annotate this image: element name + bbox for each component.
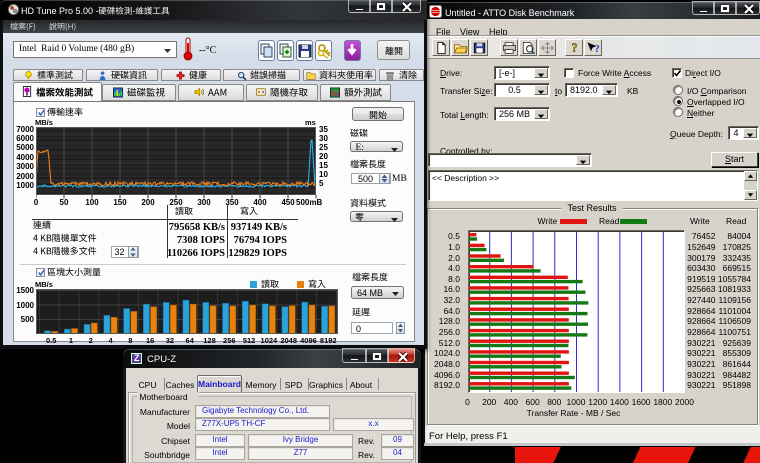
svg-text:?: ?: [595, 44, 600, 55]
svg-text:?: ?: [571, 41, 577, 55]
